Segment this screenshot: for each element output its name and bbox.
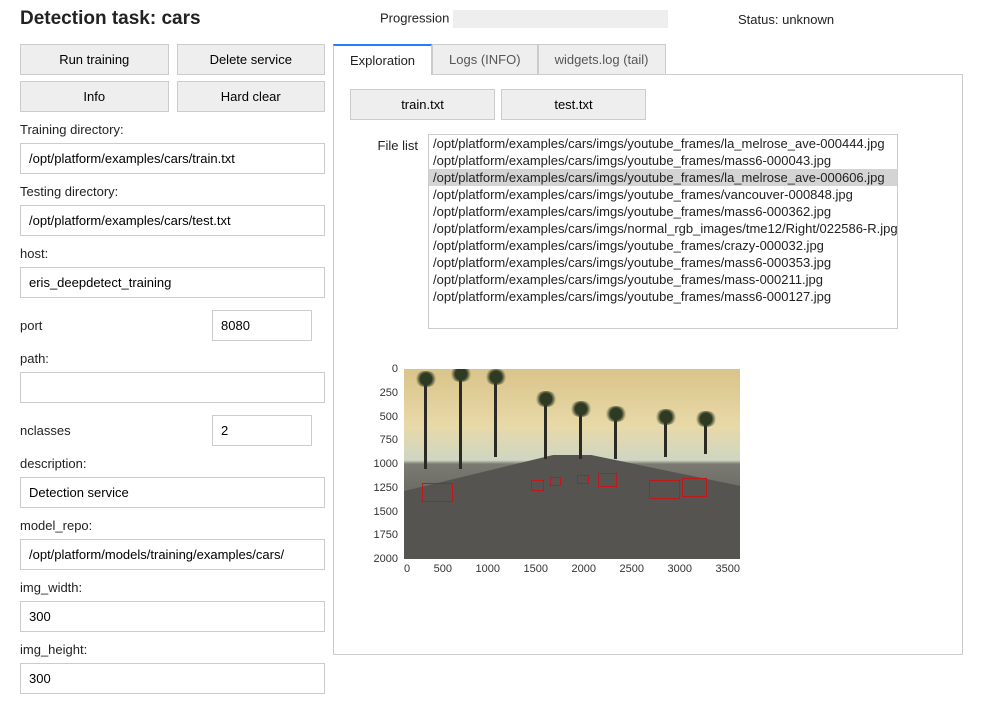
progression-label: Progression [380,10,449,25]
progression-bar [453,10,668,28]
x-tick: 2500 [620,563,644,575]
detection-preview: 025050075010001250150017502000 050010001… [368,369,768,575]
x-tick: 1500 [524,563,548,575]
nclasses-label: nclasses [20,423,200,438]
page-title: Detection task: cars [20,8,340,30]
path-input[interactable] [20,372,325,403]
x-tick: 2000 [572,563,596,575]
y-tick: 1250 [374,482,398,494]
y-tick: 1750 [374,529,398,541]
status-label: Status: [738,12,778,27]
detection-bbox [550,477,562,486]
x-tick: 3500 [716,563,740,575]
hard-clear-button[interactable]: Hard clear [177,81,326,112]
file-item[interactable]: /opt/platform/examples/cars/imgs/youtube… [429,203,897,220]
detection-bbox [531,480,544,490]
file-item[interactable]: /opt/platform/examples/cars/imgs/youtube… [429,237,897,254]
file-list[interactable]: /opt/platform/examples/cars/imgs/youtube… [428,134,898,329]
y-tick: 0 [392,363,398,375]
y-tick: 1500 [374,506,398,518]
run-training-button[interactable]: Run training [20,44,169,75]
file-item[interactable]: /opt/platform/examples/cars/imgs/youtube… [429,254,897,271]
train-txt-button[interactable]: train.txt [350,89,495,120]
detection-bbox [682,478,707,497]
host-input[interactable] [20,267,325,298]
detection-bbox [577,475,589,484]
y-tick: 2000 [374,553,398,565]
description-input[interactable] [20,477,325,508]
img-height-label: img_height: [20,642,325,657]
y-tick: 750 [380,434,398,446]
description-label: description: [20,456,325,471]
x-tick: 3000 [668,563,692,575]
x-tick: 1000 [476,563,500,575]
tab-widgets-log[interactable]: widgets.log (tail) [538,44,666,74]
test-txt-button[interactable]: test.txt [501,89,646,120]
file-item[interactable]: /opt/platform/examples/cars/imgs/youtube… [429,135,897,152]
detection-bbox [598,473,617,487]
port-input[interactable] [212,310,312,341]
training-dir-input[interactable] [20,143,325,174]
img-width-input[interactable] [20,601,325,632]
img-width-label: img_width: [20,580,325,595]
testing-dir-label: Testing directory: [20,184,325,199]
model-repo-input[interactable] [20,539,325,570]
port-label: port [20,318,200,333]
file-item[interactable]: /opt/platform/examples/cars/imgs/youtube… [429,271,897,288]
img-height-input[interactable] [20,663,325,694]
file-item[interactable]: /opt/platform/examples/cars/imgs/normal_… [429,220,897,237]
y-tick: 250 [380,387,398,399]
detection-bbox [422,483,453,502]
file-item[interactable]: /opt/platform/examples/cars/imgs/youtube… [429,152,897,169]
file-list-label: File list [348,134,418,153]
file-item[interactable]: /opt/platform/examples/cars/imgs/youtube… [429,288,897,305]
tab-exploration[interactable]: Exploration [333,44,432,75]
model-repo-label: model_repo: [20,518,325,533]
y-tick: 500 [380,411,398,423]
x-tick: 500 [434,563,452,575]
info-button[interactable]: Info [20,81,169,112]
testing-dir-input[interactable] [20,205,325,236]
detection-bbox [649,480,680,499]
file-item[interactable]: /opt/platform/examples/cars/imgs/youtube… [429,186,897,203]
status-value: unknown [782,12,834,27]
file-item[interactable]: /opt/platform/examples/cars/imgs/youtube… [429,169,897,186]
y-tick: 1000 [374,458,398,470]
training-dir-label: Training directory: [20,122,325,137]
path-label: path: [20,351,325,366]
delete-service-button[interactable]: Delete service [177,44,326,75]
host-label: host: [20,246,325,261]
nclasses-input[interactable] [212,415,312,446]
tab-logs[interactable]: Logs (INFO) [432,44,538,74]
x-tick: 0 [404,563,410,575]
